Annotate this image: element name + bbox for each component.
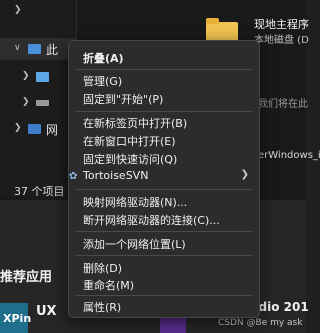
app-tile-xpin-label: XPin	[3, 312, 32, 325]
context-menu: 折叠(A) 管理(G) 固定到"开始"(P) 在新标签页中打开(B) 在新窗口中…	[68, 40, 260, 318]
menu-item-label: 管理(G)	[83, 75, 123, 88]
chevron-right-icon[interactable]: ❯	[22, 97, 30, 107]
item-count-status: 37 个项目	[14, 185, 65, 198]
nav-label-network: 网	[46, 123, 59, 137]
nav-item-drive-2[interactable]: ❯	[0, 92, 76, 114]
menu-item-manage[interactable]: 管理(G)	[69, 72, 259, 89]
menu-separator	[75, 189, 253, 190]
menu-item-label: 添加一个网络位置(L)	[83, 238, 186, 251]
menu-item-label: 在新窗口中打开(E)	[83, 135, 176, 148]
chevron-right-icon: ❯	[240, 169, 249, 180]
menu-item-rename[interactable]: 重命名(M)	[69, 276, 259, 293]
menu-item-label: 断开网络驱动器的连接(C)...	[83, 214, 220, 227]
menu-separator	[75, 69, 253, 70]
menu-item-label: 映射网络驱动器(N)...	[83, 196, 188, 209]
drive-name[interactable]: 现地主程序	[254, 16, 309, 32]
menu-item-properties[interactable]: 属性(R)	[69, 298, 259, 315]
app-name-ux[interactable]: UX	[36, 304, 57, 319]
background-text-1: 我们将在此	[258, 99, 308, 110]
chevron-right-icon[interactable]: ❯	[22, 71, 30, 81]
menu-item-label: 固定到快速访问(Q)	[83, 153, 178, 166]
menu-item-tortoisesvn[interactable]: ✿ TortoiseSVN ❯	[69, 168, 259, 185]
menu-item-pin-quick-access[interactable]: 固定到快速访问(Q)	[69, 150, 259, 167]
menu-item-disconnect-network-drive[interactable]: 断开网络驱动器的连接(C)...	[69, 211, 259, 228]
menu-item-label: 在新标签页中打开(B)	[83, 117, 188, 130]
menu-item-label: 属性(R)	[83, 301, 122, 314]
menu-item-label: 重命名(M)	[83, 279, 135, 292]
menu-separator	[75, 111, 253, 112]
drive-icon	[36, 72, 49, 82]
menu-item-label: 删除(D)	[83, 262, 123, 275]
menu-item-pin-to-start[interactable]: 固定到"开始"(P)	[69, 90, 259, 107]
pc-icon	[28, 44, 41, 54]
tortoisesvn-icon: ✿	[69, 171, 78, 182]
menu-separator	[75, 295, 253, 296]
menu-item-label: 固定到"开始"(P)	[83, 93, 164, 106]
navigation-pane: ❯ ∨ 此 ❯ ❯ ❯ 网	[0, 0, 77, 196]
menu-separator	[75, 255, 253, 256]
chevron-right-icon[interactable]: ❯	[14, 5, 22, 15]
nav-label-this-pc: 此	[46, 43, 59, 57]
menu-item-label: TortoiseSVN	[83, 169, 149, 182]
nav-item-this-pc[interactable]: ∨ 此	[0, 38, 76, 60]
menu-item-open-new-tab[interactable]: 在新标签页中打开(B)	[69, 114, 259, 131]
chevron-down-icon[interactable]: ∨	[14, 43, 21, 53]
recommended-section-title: 推荐应用	[0, 270, 53, 285]
nav-item-network[interactable]: ❯ 网	[0, 118, 76, 140]
menu-separator	[75, 231, 253, 232]
menu-item-open-new-window[interactable]: 在新窗口中打开(E)	[69, 132, 259, 149]
menu-item-collapse[interactable]: 折叠(A)	[69, 49, 259, 66]
watermark: CSDN @Be my ask	[218, 318, 303, 328]
nav-item-drive-1[interactable]: ❯	[0, 66, 76, 88]
menu-item-delete[interactable]: 删除(D)	[69, 259, 259, 276]
chevron-right-icon[interactable]: ❯	[14, 123, 22, 133]
drive-icon	[36, 100, 49, 106]
background-text-2: erWindows_i	[258, 150, 320, 161]
network-icon	[28, 124, 41, 134]
nav-item-top[interactable]: ❯	[0, 0, 76, 22]
menu-item-label: 折叠(A)	[83, 52, 124, 65]
menu-item-map-network-drive[interactable]: 映射网络驱动器(N)...	[69, 193, 259, 210]
menu-item-add-network-location[interactable]: 添加一个网络位置(L)	[69, 235, 259, 252]
drive-subtitle: 本地磁盘 (D	[254, 35, 309, 46]
